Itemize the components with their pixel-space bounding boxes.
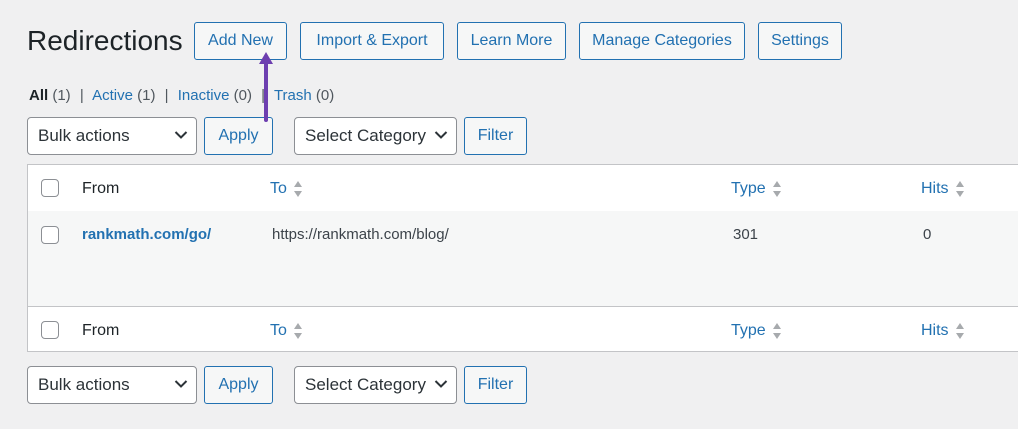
filter-trash-count: (0) bbox=[315, 87, 335, 104]
page-title: Redirections bbox=[27, 25, 183, 56]
filter-active-count: (1) bbox=[137, 87, 156, 104]
filter-inactive-count: (0) bbox=[233, 87, 252, 104]
filter-separator: | bbox=[164, 87, 169, 104]
sort-icon bbox=[955, 180, 964, 197]
settings-button[interactable]: Settings bbox=[758, 22, 842, 60]
column-hits-label: Hits bbox=[921, 322, 949, 339]
filter-all-count: (1) bbox=[52, 87, 71, 104]
bulk-actions-select-top[interactable]: Bulk actions bbox=[27, 117, 197, 155]
category-label: Select Category bbox=[305, 375, 426, 394]
row-checkbox[interactable] bbox=[41, 226, 59, 244]
column-from-footer: From bbox=[82, 322, 120, 339]
column-type[interactable]: Type bbox=[731, 179, 782, 199]
filter-button-top[interactable]: Filter bbox=[464, 117, 527, 155]
status-filter-links: All (1) | Active (1) | Inactive (0) | Tr… bbox=[29, 86, 334, 106]
column-type-footer[interactable]: Type bbox=[731, 321, 782, 341]
column-type-label: Type bbox=[731, 180, 766, 197]
redirect-from-link[interactable]: rankmath.com/go/ bbox=[82, 225, 211, 245]
select-all-checkbox-footer[interactable] bbox=[41, 321, 59, 339]
filter-inactive[interactable]: Inactive bbox=[178, 87, 230, 104]
bulk-actions-label: Bulk actions bbox=[38, 375, 130, 394]
category-select-bottom[interactable]: Select Category bbox=[294, 366, 457, 404]
column-hits-footer[interactable]: Hits bbox=[921, 321, 965, 341]
column-hits-label: Hits bbox=[921, 180, 949, 197]
learn-more-button[interactable]: Learn More bbox=[457, 22, 566, 60]
redirect-hits-value: 0 bbox=[923, 226, 932, 243]
filter-separator: | bbox=[79, 87, 84, 104]
column-to-label: To bbox=[270, 322, 287, 339]
chevron-down-icon bbox=[434, 131, 448, 139]
table-row: rankmath.com/go/ https://rankmath.com/bl… bbox=[28, 211, 1018, 306]
column-to[interactable]: To bbox=[270, 179, 303, 199]
import-export-button[interactable]: Import & Export bbox=[300, 22, 444, 60]
table-header: From To Type Hits bbox=[28, 165, 1018, 212]
select-all-checkbox[interactable] bbox=[41, 179, 59, 197]
sort-icon bbox=[293, 180, 302, 197]
filter-button-bottom[interactable]: Filter bbox=[464, 366, 527, 404]
chevron-down-icon bbox=[174, 131, 188, 139]
column-type-label: Type bbox=[731, 322, 766, 339]
sort-icon bbox=[772, 322, 781, 339]
annotation-arrow-icon bbox=[259, 52, 273, 122]
apply-button-bottom[interactable]: Apply bbox=[204, 366, 273, 404]
column-from: From bbox=[82, 180, 120, 197]
bulk-actions-select-bottom[interactable]: Bulk actions bbox=[27, 366, 197, 404]
chevron-down-icon bbox=[434, 380, 448, 388]
filter-all[interactable]: All bbox=[29, 87, 48, 104]
table-footer: From To Type Hits bbox=[28, 306, 1018, 353]
filter-active[interactable]: Active bbox=[92, 87, 133, 104]
bulk-actions-label: Bulk actions bbox=[38, 126, 130, 145]
category-select-top[interactable]: Select Category bbox=[294, 117, 457, 155]
column-hits[interactable]: Hits bbox=[921, 179, 965, 199]
manage-categories-button[interactable]: Manage Categories bbox=[579, 22, 745, 60]
redirect-to-value: https://rankmath.com/blog/ bbox=[272, 226, 449, 243]
category-label: Select Category bbox=[305, 126, 426, 145]
sort-icon bbox=[293, 322, 302, 339]
sort-icon bbox=[955, 322, 964, 339]
apply-button-top[interactable]: Apply bbox=[204, 117, 273, 155]
redirections-table: From To Type Hits rankmath.com/go/ https… bbox=[27, 164, 1018, 352]
filter-trash[interactable]: Trash bbox=[274, 87, 312, 104]
redirect-type-value: 301 bbox=[733, 226, 759, 243]
column-to-label: To bbox=[270, 180, 287, 197]
chevron-down-icon bbox=[174, 380, 188, 388]
sort-icon bbox=[772, 180, 781, 197]
column-to-footer[interactable]: To bbox=[270, 321, 303, 341]
